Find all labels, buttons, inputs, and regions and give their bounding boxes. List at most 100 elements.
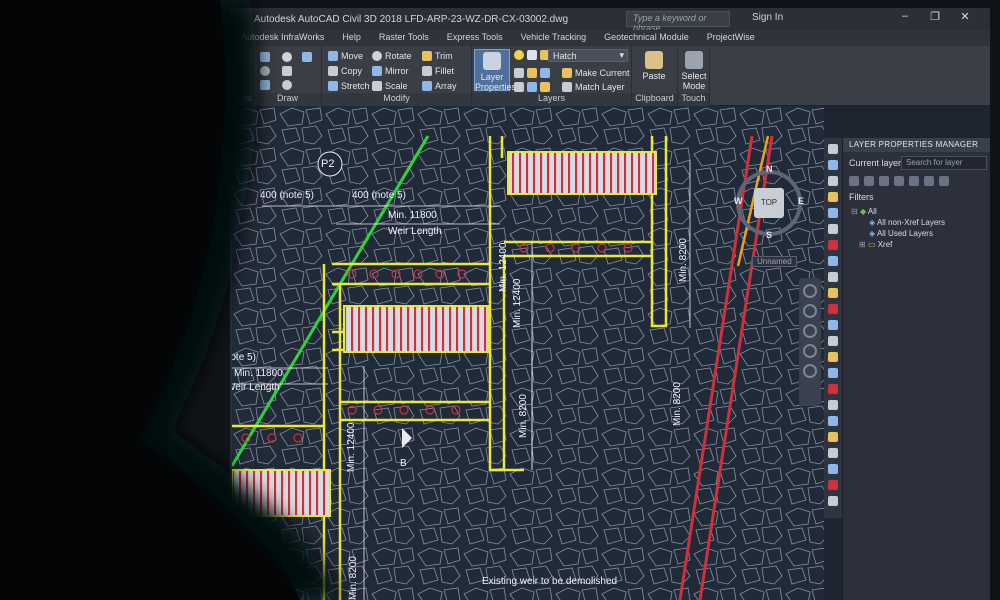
pan-icon[interactable] xyxy=(803,304,817,318)
make-current-button[interactable]: Make Current xyxy=(562,68,630,78)
toolbar-tool-16-icon[interactable] xyxy=(828,400,838,410)
layer-properties-button[interactable]: Layer Properties xyxy=(474,49,516,92)
layer-search-input[interactable]: Search for layer xyxy=(901,156,987,170)
toolbar-tool-4-icon[interactable] xyxy=(828,208,838,218)
filter-tree-item-non-xref[interactable]: ◈ All non-Xref Layers xyxy=(843,217,990,228)
minimize-button[interactable]: – xyxy=(892,10,918,28)
arc-tool[interactable] xyxy=(282,52,292,62)
tab-help[interactable]: Help xyxy=(333,30,370,46)
layer-merge-icon[interactable] xyxy=(527,82,537,92)
sign-in-button[interactable]: Sign In xyxy=(752,12,783,23)
layer-states-icon[interactable] xyxy=(879,176,889,186)
toolbar-tool-7-icon[interactable] xyxy=(828,256,838,266)
toolbar-close-icon[interactable] xyxy=(828,144,838,154)
fillet-button[interactable]: Fillet xyxy=(422,66,454,76)
tab-infraworks[interactable]: Autodesk InfraWorks xyxy=(232,30,333,46)
polyline-icon xyxy=(302,52,312,62)
paste-button[interactable]: Paste xyxy=(636,49,672,91)
set-current-icon[interactable] xyxy=(939,176,949,186)
toolbar-tool-20-icon[interactable] xyxy=(828,464,838,474)
scale-button[interactable]: Scale xyxy=(372,81,408,91)
stretch-button[interactable]: Stretch xyxy=(328,81,370,91)
viewcube-top-face[interactable]: TOP xyxy=(754,188,784,218)
layer-walk-icon[interactable] xyxy=(514,82,524,92)
folder-icon: ▭ xyxy=(867,240,878,249)
toolbar-tool-19-icon[interactable] xyxy=(828,448,838,458)
dim-min-8200-center: Min. 8200 xyxy=(518,394,529,438)
toolbar-tool-10-icon[interactable] xyxy=(828,304,838,314)
toolbar-tool-22-icon[interactable] xyxy=(828,496,838,506)
toolbar-tool-11-icon[interactable] xyxy=(828,320,838,330)
toolbar-tool-21-icon[interactable] xyxy=(828,480,838,490)
match-layer-label: Match Layer xyxy=(575,82,625,92)
showmotion-icon[interactable] xyxy=(803,364,817,378)
ellipse-tool[interactable] xyxy=(282,80,292,90)
toolbar-tool-14-icon[interactable] xyxy=(828,368,838,378)
restore-button[interactable]: ❐ xyxy=(922,10,948,28)
layer-isolate-icon[interactable] xyxy=(527,68,537,78)
touch-panel: Select Mode Touch xyxy=(678,46,710,106)
toolbar-tool-15-icon[interactable] xyxy=(828,384,838,394)
new-property-filter-icon[interactable] xyxy=(849,176,859,186)
match-layer-button[interactable]: Match Layer xyxy=(562,82,625,92)
new-group-filter-icon[interactable] xyxy=(864,176,874,186)
polyline-tool[interactable] xyxy=(302,52,312,62)
toolbar-tool-13-icon[interactable] xyxy=(828,352,838,362)
filter-tree-item-all[interactable]: ⊟ ◆ All xyxy=(843,206,990,217)
clipboard-panel-title: Clipboard xyxy=(632,93,677,106)
filter-tree-item-used[interactable]: ◈ All Used Layers xyxy=(843,228,990,239)
layer-delete-icon[interactable] xyxy=(540,82,550,92)
vertical-toolbar xyxy=(824,138,842,518)
move-button[interactable]: Move xyxy=(328,51,363,61)
sun-icon xyxy=(527,50,537,60)
steering-wheel-icon[interactable] xyxy=(803,284,817,298)
tab-projectwise[interactable]: ProjectWise xyxy=(698,30,764,46)
collapse-icon[interactable]: ⊟ xyxy=(851,207,860,216)
layer-freeze-icon[interactable] xyxy=(540,68,550,78)
expand-icon[interactable]: ⊞ xyxy=(859,240,868,249)
tab-vehicle-tracking[interactable]: Vehicle Tracking xyxy=(512,30,596,46)
close-button[interactable]: ✕ xyxy=(952,10,978,28)
toolbar-tool-8-icon[interactable] xyxy=(828,272,838,282)
keyword-search-input[interactable]: Type a keyword or phrase xyxy=(626,11,730,33)
fillet-icon xyxy=(422,66,432,76)
layer-manager-toolbar xyxy=(843,168,990,188)
line-tool[interactable] xyxy=(260,52,270,62)
ucs-view-name[interactable]: Unnamed xyxy=(752,256,797,267)
toolbar-tool-9-icon[interactable] xyxy=(828,288,838,298)
mirror-icon xyxy=(372,66,382,76)
filter-tree-item-xref[interactable]: ⊞ ▭ Xref xyxy=(843,239,990,250)
tab-geotechnical-module[interactable]: Geotechnical Module xyxy=(595,30,698,46)
trim-button[interactable]: Trim xyxy=(422,51,453,61)
array-button[interactable]: Array xyxy=(422,81,457,91)
layer-off-icon[interactable] xyxy=(514,68,524,78)
toolbar-tool-5-icon[interactable] xyxy=(828,224,838,234)
toolbar-tool-6-icon[interactable] xyxy=(828,240,838,250)
filter-used-label: All Used Layers xyxy=(876,229,933,238)
toolbar-tool-3-icon[interactable] xyxy=(828,192,838,202)
spline-tool[interactable] xyxy=(260,80,270,90)
tab-express-tools[interactable]: Express Tools xyxy=(438,30,512,46)
toolbar-tool-12-icon[interactable] xyxy=(828,336,838,346)
circle-tool[interactable] xyxy=(260,66,270,76)
toolbar-tool-17-icon[interactable] xyxy=(828,416,838,426)
toolbar-tool-2-icon[interactable] xyxy=(828,176,838,186)
orbit-icon[interactable] xyxy=(803,344,817,358)
zoom-icon[interactable] xyxy=(803,324,817,338)
copy-button[interactable]: Copy xyxy=(328,66,362,76)
new-layer-icon[interactable] xyxy=(894,176,904,186)
rotate-button[interactable]: Rotate xyxy=(372,51,412,61)
hatch-tool[interactable] xyxy=(282,66,292,76)
tab-raster-tools[interactable]: Raster Tools xyxy=(370,30,438,46)
mirror-button[interactable]: Mirror xyxy=(372,66,409,76)
toolbar-tool-18-icon[interactable] xyxy=(828,432,838,442)
compass-south: S xyxy=(766,230,773,240)
viewcube[interactable]: TOP N W E S xyxy=(732,164,808,242)
new-vp-frozen-layer-icon[interactable] xyxy=(909,176,919,186)
layer-tools-row-3 xyxy=(514,82,550,92)
layers-panel-title: Layers xyxy=(472,93,631,106)
delete-layer-icon[interactable] xyxy=(924,176,934,186)
select-mode-button[interactable]: Select Mode xyxy=(678,49,710,91)
layer-dropdown[interactable]: Hatch ▾ xyxy=(548,49,628,62)
toolbar-tool-1-icon[interactable] xyxy=(828,160,838,170)
